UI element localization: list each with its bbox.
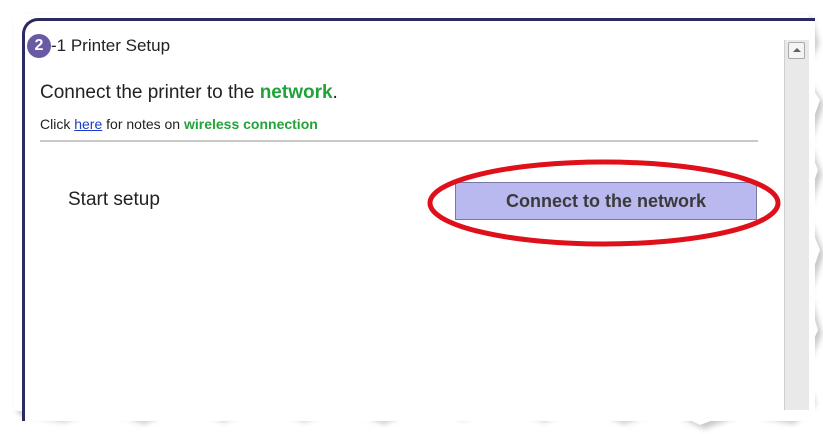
heading-prefix: Connect the printer to the — [40, 82, 260, 103]
vertical-scrollbar[interactable] — [784, 40, 809, 410]
start-setup-label: Start setup — [68, 189, 160, 210]
note-prefix: Click — [40, 116, 75, 132]
here-link[interactable]: here — [74, 116, 102, 132]
section-divider — [40, 140, 758, 142]
step-title: -1 Printer Setup — [51, 36, 171, 55]
instruction-heading: Connect the printer to the network. — [40, 82, 338, 104]
heading-suffix: . — [332, 82, 338, 103]
wireless-note: Click here for notes on wireless connect… — [40, 116, 318, 132]
connect-to-network-button[interactable]: Connect to the network — [455, 182, 757, 220]
heading-highlight: network — [259, 82, 333, 103]
screenshot-stage: 2 -1 Printer Setup Connect the printer t… — [0, 0, 823, 434]
step-header: 2 -1 Printer Setup — [27, 33, 170, 59]
scroll-up-arrow-icon[interactable] — [788, 42, 805, 59]
note-middle: for notes on — [102, 116, 184, 132]
note-highlight: wireless connection — [183, 116, 318, 132]
step-number-badge: 2 — [27, 34, 51, 58]
